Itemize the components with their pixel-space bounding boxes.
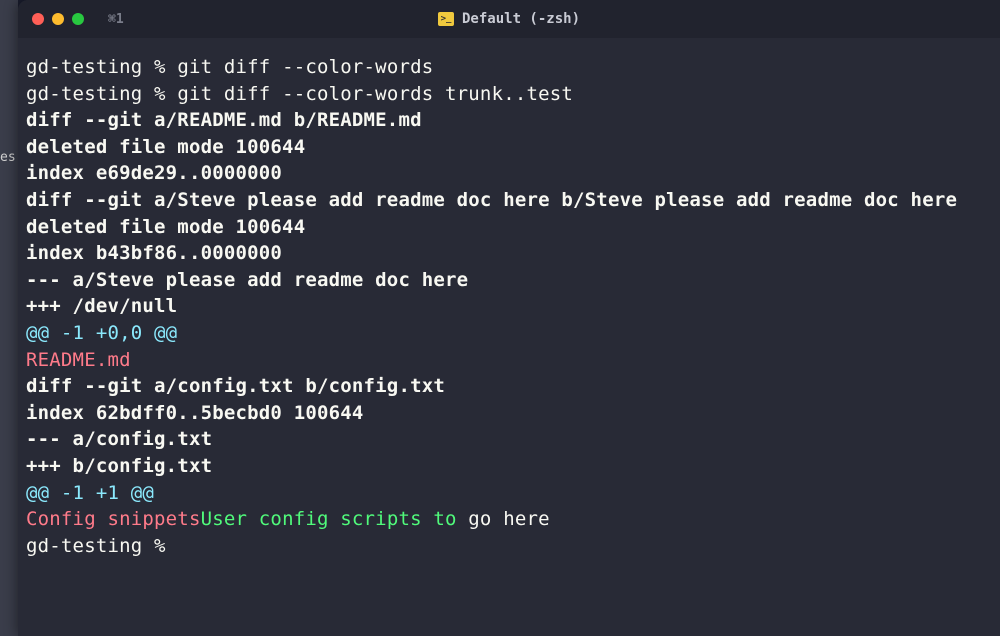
terminal-line: deleted file mode 100644 [26, 214, 992, 241]
terminal-segment-diff-meta: deleted file mode 100644 [26, 216, 305, 238]
terminal-line: --- a/Steve please add readme doc here [26, 267, 992, 294]
terminal-segment-removed: README.md [26, 349, 131, 371]
terminal-line: diff --git a/config.txt b/config.txt [26, 373, 992, 400]
sliver-text: es [0, 150, 16, 165]
terminal-line: deleted file mode 100644 [26, 134, 992, 161]
terminal-segment-added: User config scripts to [201, 508, 457, 530]
terminal-line: README.md [26, 347, 992, 374]
titlebar[interactable]: ⌘1 >_ Default (-zsh) [18, 0, 1000, 38]
terminal-segment-diff-file: +++ b/config.txt [26, 455, 212, 477]
terminal-line: diff --git a/Steve please add readme doc… [26, 187, 992, 214]
terminal-line: --- a/config.txt [26, 426, 992, 453]
minimize-button[interactable] [52, 13, 64, 25]
terminal-segment-hunk: @@ -1 +0,0 @@ [26, 322, 177, 344]
traffic-lights [32, 13, 84, 25]
terminal-segment-prompt: gd-testing % [26, 56, 177, 78]
terminal-segment-diff-file: --- a/Steve please add readme doc here [26, 269, 468, 291]
terminal-output[interactable]: gd-testing % git diff --color-wordsgd-te… [18, 38, 1000, 575]
maximize-button[interactable] [72, 13, 84, 25]
close-button[interactable] [32, 13, 44, 25]
terminal-line: gd-testing % git diff --color-words [26, 54, 992, 81]
terminal-segment-cmd: git diff --color-words trunk..test [177, 83, 573, 105]
terminal-line: index 62bdff0..5becbd0 100644 [26, 400, 992, 427]
terminal-segment-diff-header: diff --git a/README.md b/README.md [26, 109, 422, 131]
terminal-line: +++ b/config.txt [26, 453, 992, 480]
terminal-line: gd-testing % git diff --color-words trun… [26, 81, 992, 108]
terminal-segment-diff-meta: index e69de29..0000000 [26, 162, 282, 184]
terminal-segment-removed: Config snippets [26, 508, 201, 530]
terminal-segment-prompt: gd-testing % [26, 83, 177, 105]
window-title: >_ Default (-zsh) [438, 11, 580, 27]
tab-shortcut-label: ⌘1 [108, 12, 124, 27]
terminal-line: +++ /dev/null [26, 293, 992, 320]
terminal-icon: >_ [438, 12, 454, 26]
terminal-line: @@ -1 +1 @@ [26, 480, 992, 507]
terminal-line: gd-testing % [26, 533, 992, 560]
terminal-segment-diff-file: +++ /dev/null [26, 295, 177, 317]
terminal-line: diff --git a/README.md b/README.md [26, 107, 992, 134]
terminal-window: ⌘1 >_ Default (-zsh) gd-testing % git di… [18, 0, 1000, 636]
terminal-segment-diff-header: diff --git a/config.txt b/config.txt [26, 375, 445, 397]
terminal-segment-normal: go here [457, 508, 550, 530]
terminal-segment-diff-meta: deleted file mode 100644 [26, 136, 305, 158]
terminal-segment-cmd: git diff --color-words [177, 56, 433, 78]
terminal-line: index e69de29..0000000 [26, 160, 992, 187]
terminal-line: @@ -1 +0,0 @@ [26, 320, 992, 347]
terminal-segment-diff-meta: index b43bf86..0000000 [26, 242, 282, 264]
terminal-segment-prompt: gd-testing % [26, 535, 177, 557]
background-window-sliver: es [0, 0, 18, 636]
window-title-text: Default (-zsh) [462, 11, 580, 27]
terminal-line: index b43bf86..0000000 [26, 240, 992, 267]
terminal-segment-diff-meta: index 62bdff0..5becbd0 100644 [26, 402, 364, 424]
terminal-line: Config snippetsUser config scripts to go… [26, 506, 992, 533]
terminal-segment-diff-file: --- a/config.txt [26, 428, 212, 450]
terminal-segment-hunk: @@ -1 +1 @@ [26, 482, 154, 504]
terminal-segment-diff-header: diff --git a/Steve please add readme doc… [26, 189, 957, 211]
